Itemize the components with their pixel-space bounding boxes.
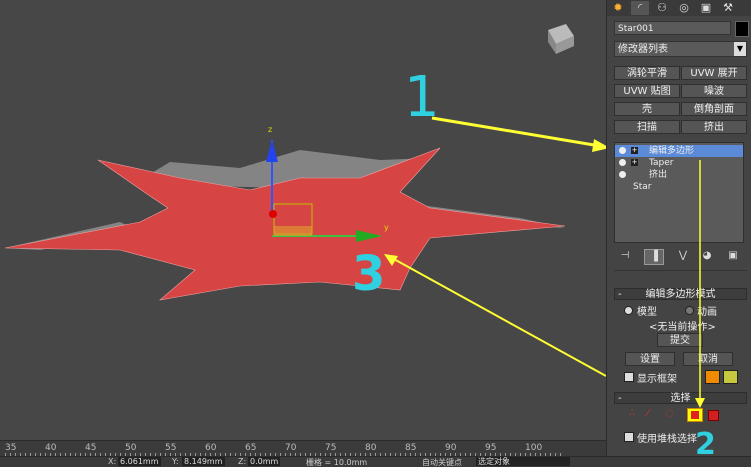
annotation-one: 1 — [404, 65, 440, 130]
expand-icon[interactable]: + — [631, 159, 638, 166]
edge-select-icon[interactable]: ⁄ — [647, 408, 649, 419]
timeline-ruler[interactable]: 35 40 45 50 55 60 65 70 75 80 85 90 95 100 — [0, 440, 606, 457]
cancel-button[interactable]: 取消 — [683, 352, 733, 366]
vertex-select-icon[interactable]: ∴ — [629, 408, 635, 419]
y-coord-field[interactable]: 8.149mm — [182, 457, 225, 466]
utilities-tab-icon[interactable]: ⚒ — [719, 1, 737, 15]
ruler-tick-label: 100 — [525, 443, 543, 453]
modifier-list-label: 修改器列表 — [618, 44, 668, 55]
modifier-button-noise[interactable]: 噪波 — [681, 84, 747, 98]
polygon-select-icon[interactable] — [687, 408, 703, 422]
command-panel: ✹ ◜ ⚇ ◎ ▣ ⚒ Star001 修改器列表 ▼ 涡轮平滑 UVW 展开 … — [606, 0, 751, 460]
animate-radio[interactable] — [685, 306, 694, 315]
ruler-tick-label: 50 — [125, 443, 137, 453]
show-cage-checkbox[interactable] — [624, 372, 634, 382]
y-label: Y: — [172, 457, 179, 466]
gizmo-z-arrow — [266, 140, 278, 162]
pin-stack-icon[interactable]: ⊣ — [616, 249, 634, 263]
modifier-button-bevel-profile[interactable]: 倒角剖面 — [681, 102, 747, 116]
cage-color-swatch-2[interactable] — [723, 370, 738, 384]
ruler-tick-label: 70 — [285, 443, 297, 453]
ruler-tick-label: 85 — [405, 443, 417, 453]
lightbulb-icon[interactable] — [619, 171, 626, 178]
ruler-tick-label: 80 — [365, 443, 377, 453]
object-name-field[interactable]: Star001 — [614, 21, 731, 35]
modifier-button-sweep[interactable]: 扫描 — [614, 120, 680, 134]
settings-button[interactable]: 设置 — [625, 352, 675, 366]
gizmo-y-label: y — [384, 223, 389, 232]
modifier-button-uvw-map[interactable]: UVW 贴图 — [614, 84, 680, 98]
lightbulb-icon[interactable] — [619, 147, 626, 154]
configure-sets-icon[interactable]: ▣ — [724, 249, 742, 263]
model-label: 模型 — [637, 307, 657, 318]
modifier-button-uvw-unwrap[interactable]: UVW 展开 — [681, 66, 747, 80]
display-tab-icon[interactable]: ▣ — [697, 1, 715, 15]
z-coord-field[interactable]: 0.0mm — [248, 457, 281, 466]
selected-object-dropdown[interactable]: 选定对象 — [476, 457, 570, 466]
gizmo-center — [269, 210, 277, 218]
use-stack-selection-checkbox[interactable] — [624, 432, 634, 442]
lightbulb-icon[interactable] — [619, 159, 626, 166]
stack-item-edit-poly[interactable]: + 编辑多边形 — [615, 145, 743, 157]
modifier-stack: + 编辑多边形 + Taper 挤出 Star — [614, 142, 744, 243]
z-label: Z: — [238, 457, 247, 466]
modifier-button-extrude[interactable]: 挤出 — [681, 120, 747, 134]
ruler-tick-label: 45 — [85, 443, 97, 453]
show-end-result-icon[interactable]: ▐ — [644, 249, 664, 265]
model-radio[interactable] — [624, 306, 633, 315]
edit-poly-mode-rollout[interactable]: - 编辑多边形模式 — [614, 288, 747, 300]
annotation-three: 3 — [352, 246, 386, 302]
ruler-tick-label: 90 — [445, 443, 457, 453]
commit-button[interactable]: 提交 — [657, 333, 703, 347]
animate-label: 动画 — [697, 307, 717, 318]
ruler-tick-label: 40 — [45, 443, 57, 453]
stack-toolbar: ⊣ ▐ ⋁ ◕ ▣ — [614, 247, 747, 265]
border-select-icon[interactable]: ◌ — [665, 408, 674, 419]
selection-rollout[interactable]: - 选择 — [614, 392, 747, 404]
object-color-swatch[interactable] — [735, 21, 749, 37]
panel-divider — [614, 270, 747, 271]
modifier-list-dropdown[interactable]: 修改器列表 ▼ — [614, 41, 747, 57]
viewport-canvas: y z — [4, 24, 606, 377]
stack-item-extrude[interactable]: 挤出 — [615, 169, 743, 181]
status-bar: X: 6.061mm Y: 8.149mm Z: 0.0mm 栅格 = 10.0… — [0, 456, 751, 467]
stack-item-taper[interactable]: + Taper — [615, 157, 743, 169]
show-cage-label: 显示框架 — [637, 374, 677, 385]
current-operation-label: <无当前操作> — [649, 322, 716, 333]
gizmo-plane-xy — [274, 226, 312, 236]
stack-item-star[interactable]: Star — [615, 181, 743, 193]
ruler-tick-label: 65 — [245, 443, 257, 453]
perspective-viewport[interactable]: y z 1 3 — [0, 0, 606, 440]
ruler-tick-label: 95 — [485, 443, 497, 453]
cage-color-swatch-1[interactable] — [705, 370, 720, 384]
annotation-arrow-3 — [391, 257, 606, 377]
modifier-button-turbosmooth[interactable]: 涡轮平滑 — [614, 66, 680, 80]
remove-modifier-icon[interactable]: ◕ — [698, 249, 716, 263]
make-unique-icon[interactable]: ⋁ — [674, 249, 692, 263]
ruler-tick-label: 35 — [5, 443, 17, 453]
hierarchy-tab-icon[interactable]: ⚇ — [653, 1, 671, 15]
modify-tab-icon[interactable]: ◜ — [631, 1, 649, 15]
ruler-tick-label: 75 — [325, 443, 337, 453]
use-stack-selection-label: 使用堆栈选择 — [637, 434, 697, 445]
x-coord-field[interactable]: 6.061mm — [118, 457, 161, 466]
viewcube-icon[interactable] — [548, 24, 574, 54]
motion-tab-icon[interactable]: ◎ — [675, 1, 693, 15]
annotation-two: 2 — [695, 427, 716, 462]
command-panel-tabs: ✹ ◜ ⚇ ◎ ▣ ⚒ — [607, 0, 751, 16]
annotation-arrowhead-1 — [592, 139, 606, 152]
chevron-down-icon: ▼ — [734, 42, 746, 56]
annotation-arrow-1 — [431, 116, 601, 148]
modifier-button-shell[interactable]: 壳 — [614, 102, 680, 116]
x-label: X: — [108, 457, 117, 466]
create-tab-icon[interactable]: ✹ — [609, 1, 627, 15]
element-select-icon[interactable] — [708, 410, 719, 421]
gizmo-z-label: z — [268, 125, 272, 134]
ruler-tick-label: 60 — [205, 443, 217, 453]
ruler-tick-label: 55 — [165, 443, 177, 453]
expand-icon[interactable]: + — [631, 147, 638, 154]
